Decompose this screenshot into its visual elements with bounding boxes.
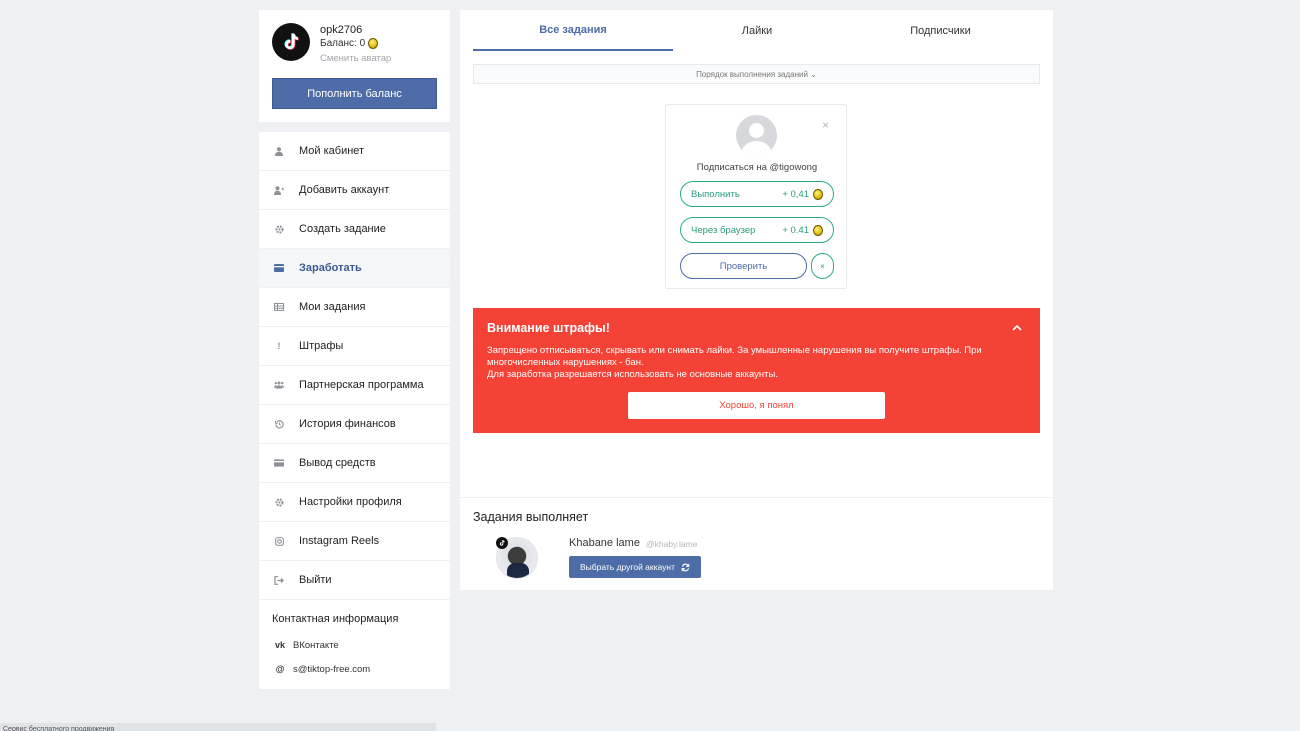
close-icon[interactable]: × — [822, 118, 829, 132]
contact-label: ВКонтакте — [293, 639, 339, 651]
user-plus-icon — [274, 185, 284, 195]
sidebar-item-my-tasks[interactable]: Мои задания — [259, 288, 450, 327]
task-target-avatar — [736, 115, 777, 156]
sidebar-item-create-task[interactable]: Создать задание — [259, 210, 450, 249]
alert-text: Запрещено отписываться, скрывать или сни… — [487, 345, 1007, 381]
sidebar-item-label: История финансов — [299, 418, 396, 430]
tabs: Все задания Лайки Подписчики — [473, 10, 1040, 51]
sidebar-item-label: Добавить аккаунт — [299, 184, 390, 196]
sidebar-item-instagram-reels[interactable]: Instagram Reels — [259, 522, 450, 561]
browser-task-reward: + 0.41 — [782, 224, 823, 236]
skip-button[interactable]: × — [811, 253, 834, 279]
divider — [460, 497, 1053, 498]
users-icon — [274, 380, 284, 390]
logout-icon — [274, 575, 284, 585]
browser-task-button[interactable]: Через браузер + 0.41 — [680, 217, 834, 243]
vk-icon: vk — [275, 640, 286, 650]
change-avatar-link[interactable]: Сменить аватар — [320, 53, 391, 64]
coin-icon — [813, 188, 823, 200]
username: opk2706 — [320, 24, 363, 36]
sidebar-item-label: Создать задание — [299, 223, 386, 235]
contact-email-link[interactable]: @ s@tiktop-free.com — [259, 657, 450, 681]
chevron-up-icon[interactable] — [1010, 321, 1024, 335]
reward-value: + 0,41 — [782, 188, 809, 200]
main-content: Все задания Лайки Подписчики Порядок вып… — [460, 10, 1053, 590]
topup-button[interactable]: Пополнить баланс — [272, 78, 437, 109]
sidebar-item-label: Мои задания — [299, 301, 366, 313]
fines-alert: Внимание штрафы! Запрещено отписываться,… — [473, 308, 1040, 433]
sidebar-item-earn[interactable]: Заработать — [259, 249, 450, 288]
executor-title: Задания выполняет — [473, 510, 589, 524]
switch-account-label: Выбрать другой аккаунт — [579, 562, 675, 572]
sidebar-item-label: Выйти — [299, 574, 332, 586]
user-icon — [274, 146, 284, 156]
do-task-reward: + 0,41 — [782, 188, 823, 200]
contact-label: s@tiktop-free.com — [293, 663, 371, 675]
instagram-icon — [274, 536, 284, 546]
executor-handle: @khaby.lame — [646, 539, 698, 549]
coin-icon — [368, 38, 379, 49]
sidebar-item-fines[interactable]: ! Штрафы — [259, 327, 450, 366]
refresh-icon — [681, 563, 690, 571]
exclamation-icon: ! — [277, 341, 281, 351]
sidebar-item-partner[interactable]: Партнерская программа — [259, 366, 450, 405]
alert-title: Внимание штрафы! — [487, 321, 610, 335]
alert-line-2: Для заработка разрешается использовать н… — [487, 369, 778, 380]
sidebar-item-label: Вывод средств — [299, 457, 376, 469]
tab-likes[interactable]: Лайки — [673, 10, 841, 51]
footer-bar: Сервис бесплатного продвижения — [0, 723, 436, 731]
sidebar-item-logout[interactable]: Выйти — [259, 561, 450, 600]
browser-task-label: Через браузер — [691, 224, 756, 236]
alert-line-1: Запрещено отписываться, скрывать или сни… — [487, 345, 982, 368]
task-title: Подписаться на @tigowong — [696, 162, 818, 173]
tiktok-badge-icon — [496, 537, 508, 549]
balance-label: Баланс: 0 — [320, 38, 366, 49]
sidebar-item-label: Настройки профиля — [299, 496, 402, 508]
sidebar-item-cabinet[interactable]: Мой кабинет — [259, 132, 450, 171]
sidebar-item-label: Instagram Reels — [299, 535, 380, 547]
sidebar-item-label: Мой кабинет — [299, 145, 365, 157]
sidebar-item-label: Штрафы — [299, 340, 344, 352]
alert-ok-button[interactable]: Хорошо, я понял — [628, 392, 885, 419]
check-button[interactable]: Проверить — [680, 253, 807, 279]
tab-followers[interactable]: Подписчики — [841, 10, 1040, 51]
contact-title: Контактная информация — [272, 613, 399, 625]
gear-icon — [274, 224, 284, 234]
sidebar-item-withdraw[interactable]: Вывод средств — [259, 444, 450, 483]
credit-card-icon — [274, 458, 284, 468]
settings-icon — [274, 497, 284, 507]
history-icon — [274, 419, 284, 429]
sidebar-item-profile-settings[interactable]: Настройки профиля — [259, 483, 450, 522]
sidebar-menu: Мой кабинет Добавить аккаунт Создать зад… — [259, 132, 450, 689]
at-icon: @ — [275, 664, 285, 674]
task-card: × Подписаться на @tigowong Выполнить + 0… — [665, 104, 847, 289]
sidebar-item-label: Партнерская программа — [299, 379, 424, 391]
sidebar-item-add-account[interactable]: Добавить аккаунт — [259, 171, 450, 210]
tiktok-logo-icon — [284, 33, 299, 50]
avatar[interactable] — [272, 23, 310, 61]
contact-vk-link[interactable]: vk ВКонтакте — [259, 633, 450, 657]
balance: Баланс: 0 — [320, 38, 379, 49]
reward-value: + 0.41 — [782, 224, 809, 236]
switch-account-button[interactable]: Выбрать другой аккаунт — [569, 556, 701, 578]
do-task-label: Выполнить — [691, 188, 740, 200]
tab-all-tasks[interactable]: Все задания — [473, 10, 673, 51]
coin-icon — [813, 224, 823, 236]
table-icon — [274, 302, 284, 312]
do-task-button[interactable]: Выполнить + 0,41 — [680, 181, 834, 207]
executor-name: Khabane lame — [569, 537, 640, 549]
task-order-dropdown[interactable]: Порядок выполнения заданий ⌄ — [473, 64, 1040, 84]
card-icon — [274, 263, 284, 273]
profile-card: opk2706 Баланс: 0 Сменить аватар Пополни… — [259, 10, 450, 122]
sidebar-item-finance-history[interactable]: История финансов — [259, 405, 450, 444]
sidebar-item-label: Заработать — [299, 262, 362, 274]
